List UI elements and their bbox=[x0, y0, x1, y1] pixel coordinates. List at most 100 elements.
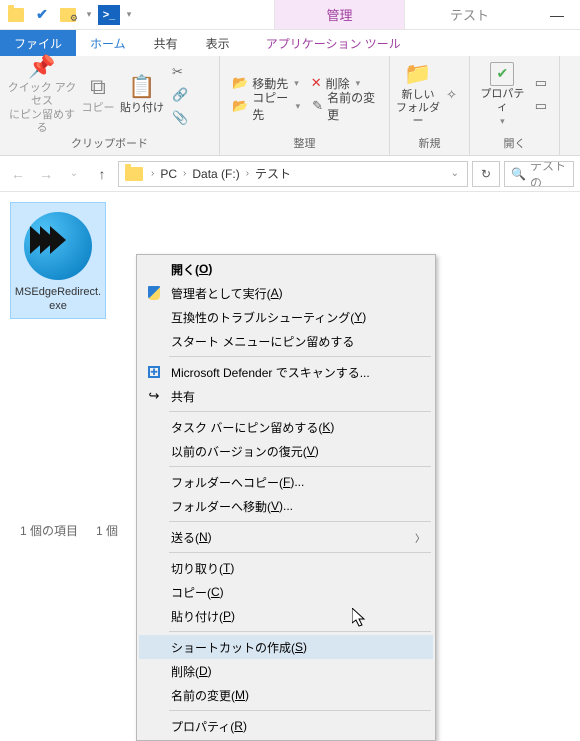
cut-button[interactable]: ✂ bbox=[166, 61, 194, 83]
ctx-pinstart[interactable]: スタート メニューにピン留めする bbox=[139, 329, 433, 353]
pastelink-button[interactable]: 📎 bbox=[166, 107, 194, 129]
group-label: 開く bbox=[470, 133, 559, 155]
qat-dropdown-icon[interactable]: ▾ bbox=[82, 4, 96, 26]
newfolder-button[interactable]: 📁 新しいフォルダー bbox=[396, 60, 440, 130]
address-input[interactable]: › PC › Data (F:) › テスト ⌄ bbox=[118, 161, 468, 187]
delete-icon: ✕ bbox=[311, 75, 322, 91]
ctx-paste[interactable]: 貼り付け(P) bbox=[139, 604, 433, 628]
rename-button[interactable]: ✎名前の変更 bbox=[306, 95, 383, 117]
group-label: 新規 bbox=[390, 133, 469, 155]
separator bbox=[169, 356, 431, 357]
minimize-button[interactable]: ― bbox=[534, 0, 580, 29]
menu-file[interactable]: ファイル bbox=[0, 30, 76, 56]
search-input[interactable]: 🔍 テストの bbox=[504, 161, 574, 187]
shield-icon bbox=[145, 284, 163, 302]
properties-button[interactable]: ✔ プロパティ ▾ bbox=[476, 60, 529, 130]
qat-dropdown2-icon[interactable]: ▾ bbox=[122, 4, 136, 26]
ctx-pintask[interactable]: タスク バーにピン留めする(K) bbox=[139, 415, 433, 439]
status-bar: 1 個の項目 1 個 bbox=[12, 518, 126, 542]
ctx-shortcut[interactable]: ショートカットの作成(S) bbox=[139, 635, 433, 659]
refresh-button[interactable]: ↻ bbox=[472, 161, 500, 187]
separator bbox=[169, 521, 431, 522]
move-icon: 📂 bbox=[232, 75, 248, 91]
lbl: コピー先 bbox=[252, 89, 289, 123]
separator bbox=[169, 631, 431, 632]
lbl: プロパティ bbox=[476, 88, 529, 114]
rename-icon: ✎ bbox=[312, 98, 323, 114]
window-controls: ― bbox=[534, 0, 580, 29]
ctx-delete[interactable]: 削除(D) bbox=[139, 659, 433, 683]
file-icon bbox=[18, 207, 98, 285]
ctx-share[interactable]: ↪共有 bbox=[139, 384, 433, 408]
crumb-drive[interactable]: Data (F:) bbox=[190, 167, 241, 181]
ctx-runas[interactable]: 管理者として実行(A) bbox=[139, 281, 433, 305]
qat-options-icon[interactable] bbox=[56, 4, 80, 26]
menu-view[interactable]: 表示 bbox=[192, 30, 244, 56]
lbl: にピン留めする bbox=[9, 109, 75, 134]
crumb-pc[interactable]: PC bbox=[158, 167, 179, 181]
group-new: 📁 新しいフォルダー ✧ 新規 bbox=[390, 56, 470, 155]
copypath-button[interactable]: 🔗 bbox=[166, 84, 194, 106]
newitem-button[interactable]: ✧ bbox=[440, 84, 463, 106]
address-dropdown-icon[interactable]: ⌄ bbox=[445, 168, 465, 179]
crumb-sep-icon: › bbox=[179, 168, 190, 179]
menubar: ファイル ホーム 共有 表示 アプリケーション ツール bbox=[0, 30, 580, 56]
ctx-sendto[interactable]: 送る(N)〉 bbox=[139, 525, 433, 549]
lbl: クイック アクセス bbox=[8, 82, 77, 107]
tab-manage[interactable]: 管理 bbox=[274, 0, 404, 29]
ctx-movefolder[interactable]: フォルダーへ移動(V)... bbox=[139, 494, 433, 518]
share-icon: ↪ bbox=[145, 387, 163, 405]
ctx-cut[interactable]: 切り取り(T) bbox=[139, 556, 433, 580]
separator bbox=[169, 552, 431, 553]
file-item-selected[interactable]: MSEdgeRedirect.exe bbox=[10, 202, 106, 319]
newitem-icon: ✧ bbox=[446, 87, 457, 103]
separator bbox=[169, 411, 431, 412]
menu-apptools[interactable]: アプリケーション ツール bbox=[252, 30, 415, 56]
chevron-right-icon: 〉 bbox=[415, 530, 425, 545]
qat-folder-icon[interactable] bbox=[4, 4, 28, 26]
titlebar: ✔ ▾ >_ ▾ 管理 テスト ― bbox=[0, 0, 580, 30]
ctx-copyfolder[interactable]: フォルダーへコピー(F)... bbox=[139, 470, 433, 494]
menu-share[interactable]: 共有 bbox=[140, 30, 192, 56]
separator bbox=[169, 466, 431, 467]
copy-button[interactable]: ⧉ コピー bbox=[78, 60, 118, 130]
link-icon: 📎 bbox=[172, 110, 188, 126]
lbl: 新しい bbox=[402, 89, 435, 101]
check-icon: ✔ bbox=[490, 62, 514, 86]
ctx-copy[interactable]: コピー(C) bbox=[139, 580, 433, 604]
ctx-defender[interactable]: ✚Microsoft Defender でスキャンする... bbox=[139, 360, 433, 384]
history-dropdown[interactable]: ⌄ bbox=[62, 162, 86, 186]
lbl: コピー bbox=[82, 102, 115, 115]
address-bar: ← → ⌄ ↑ › PC › Data (F:) › テスト ⌄ ↻ 🔍 テスト… bbox=[0, 156, 580, 192]
crumb-folder[interactable]: テスト bbox=[253, 165, 293, 182]
menu-home[interactable]: ホーム bbox=[76, 30, 140, 56]
search-placeholder: テストの bbox=[530, 161, 567, 187]
context-menu: 開く(O) 管理者として実行(A) 互換性のトラブルシューティング(Y) スター… bbox=[136, 254, 436, 741]
pin-quickaccess-button[interactable]: 📌 クイック アクセスにピン留めする bbox=[6, 60, 78, 130]
up-button[interactable]: ↑ bbox=[90, 162, 114, 186]
edit-small[interactable]: ▭ bbox=[529, 95, 553, 117]
paste-button[interactable]: 📋 貼り付け bbox=[118, 60, 166, 130]
open-icon: ▭ bbox=[535, 75, 547, 91]
forward-button[interactable]: → bbox=[34, 162, 58, 186]
path-icon: 🔗 bbox=[172, 87, 188, 103]
ctx-restore[interactable]: 以前のバージョンの復元(V) bbox=[139, 439, 433, 463]
edit-icon: ▭ bbox=[535, 98, 547, 114]
file-name: MSEdgeRedirect.exe bbox=[15, 285, 101, 314]
copyto-button[interactable]: 📂コピー先▾ bbox=[226, 95, 306, 117]
back-button[interactable]: ← bbox=[6, 162, 30, 186]
ctx-rename[interactable]: 名前の変更(M) bbox=[139, 683, 433, 707]
copyto-icon: 📂 bbox=[232, 98, 248, 114]
tab-main: テスト bbox=[404, 0, 534, 29]
lbl: フォルダー bbox=[396, 102, 440, 127]
group-open: ✔ プロパティ ▾ ▭ ▭ 開く bbox=[470, 56, 560, 155]
ctx-compat[interactable]: 互換性のトラブルシューティング(Y) bbox=[139, 305, 433, 329]
powershell-icon[interactable]: >_ bbox=[98, 5, 120, 25]
ctx-open[interactable]: 開く(O) bbox=[139, 257, 433, 281]
qat-properties-icon[interactable]: ✔ bbox=[30, 4, 54, 26]
paste-icon: 📋 bbox=[128, 74, 155, 100]
ctx-properties[interactable]: プロパティ(R) bbox=[139, 714, 433, 738]
search-icon: 🔍 bbox=[511, 167, 526, 181]
ribbon: 📌 クイック アクセスにピン留めする ⧉ コピー 📋 貼り付け ✂ 🔗 📎 クリ… bbox=[0, 56, 580, 156]
open-small[interactable]: ▭ bbox=[529, 72, 553, 94]
